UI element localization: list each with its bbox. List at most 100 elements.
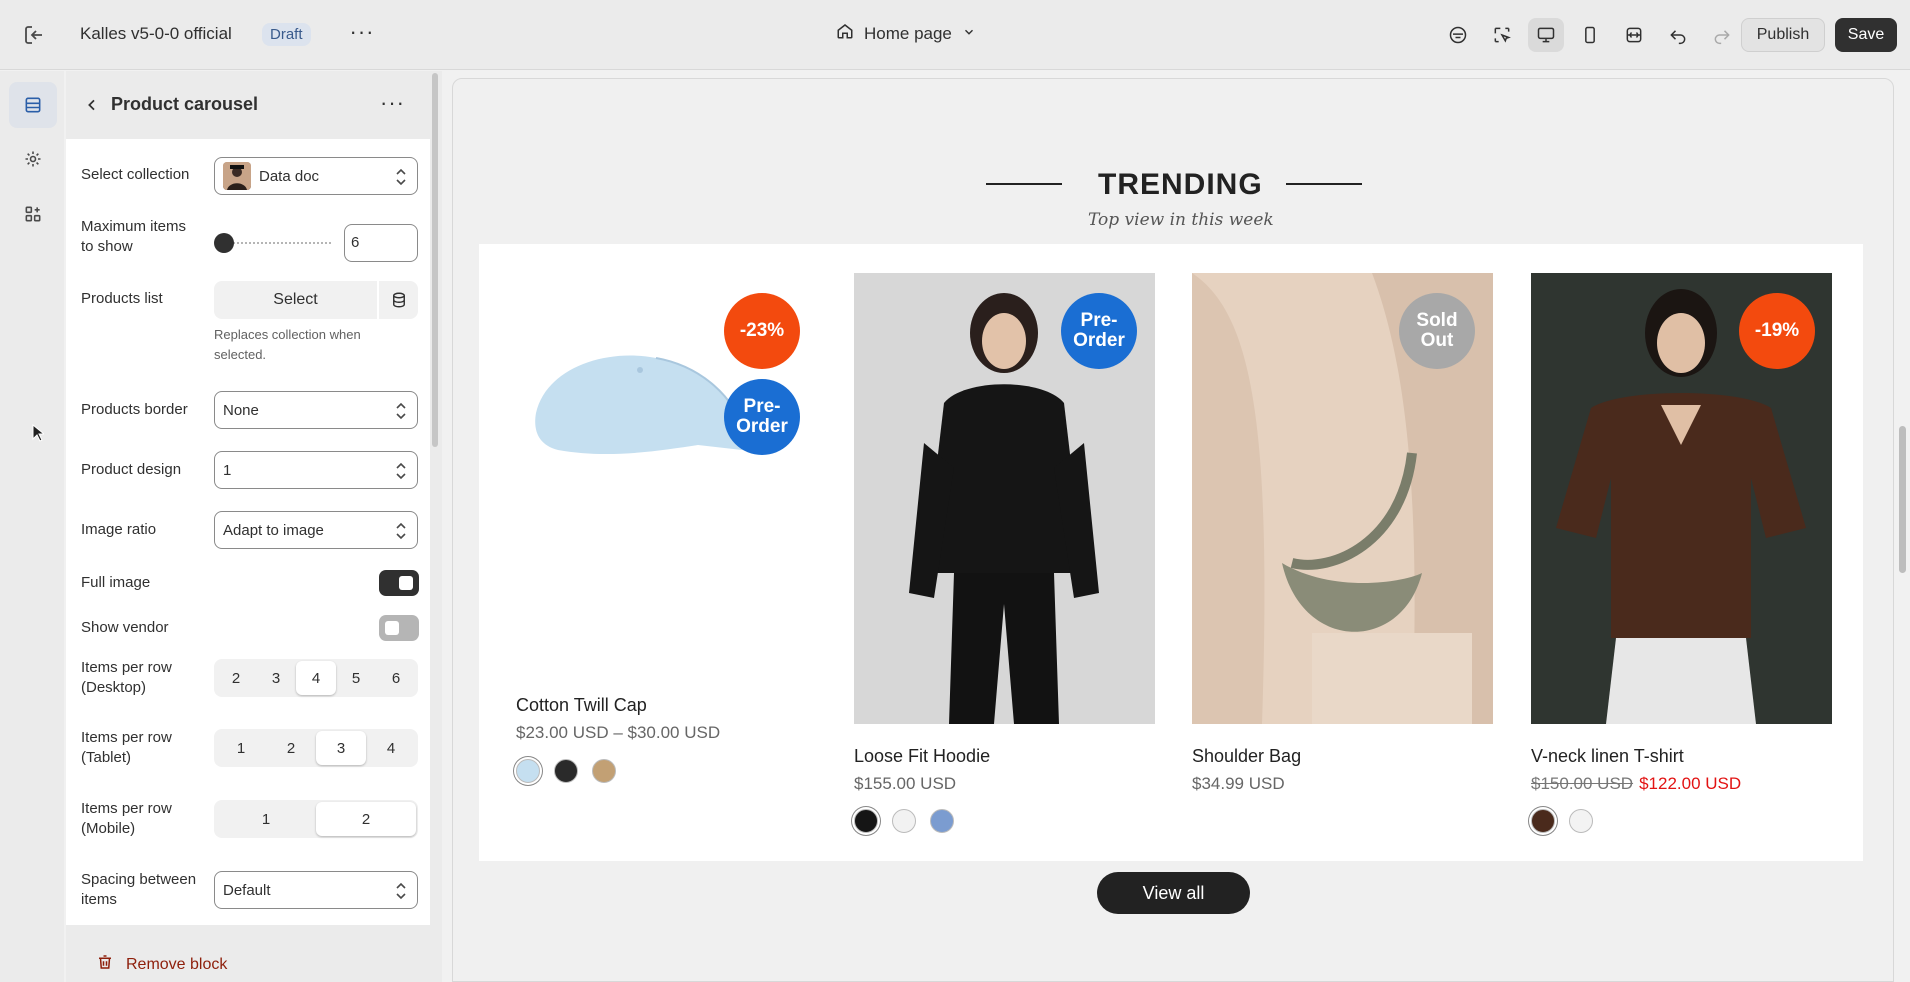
more-options-icon[interactable]: ···: [380, 90, 405, 116]
product-design-select[interactable]: 1: [214, 451, 418, 489]
ai-assistant-icon[interactable]: [1440, 18, 1476, 52]
desktop-option-5[interactable]: 5: [336, 661, 376, 695]
database-icon[interactable]: [379, 281, 418, 319]
mobile-option-2[interactable]: 2: [316, 802, 416, 836]
desktop-items-label: Items per row (Desktop): [81, 659, 172, 696]
select-collection-label: Select collection: [81, 166, 190, 183]
collection-thumbnail: [223, 162, 251, 190]
select-chevron-icon: [396, 168, 406, 186]
tablet-option-4[interactable]: 4: [366, 731, 416, 765]
tablet-option-3[interactable]: 3: [316, 731, 366, 765]
apps-icon[interactable]: [9, 191, 57, 237]
color-swatch[interactable]: [892, 809, 916, 833]
desktop-option-2[interactable]: 2: [216, 661, 256, 695]
publish-button[interactable]: Publish: [1741, 18, 1825, 52]
save-button[interactable]: Save: [1835, 18, 1897, 52]
select-chevron-icon: [396, 882, 406, 900]
heading-divider: [1286, 183, 1362, 185]
products-list-label: Products list: [81, 290, 163, 307]
product-image[interactable]: Sold Out: [1192, 273, 1493, 724]
image-ratio-select[interactable]: Adapt to image: [214, 511, 418, 549]
tablet-option-2[interactable]: 2: [266, 731, 316, 765]
full-image-toggle[interactable]: [379, 570, 419, 596]
sale-badge: -19%: [1739, 293, 1815, 369]
product-image[interactable]: -23% Pre- Order: [516, 273, 817, 724]
remove-block-button[interactable]: Remove block: [96, 953, 227, 976]
left-rail: [0, 71, 64, 982]
preorder-badge: Pre- Order: [724, 379, 800, 455]
inspector-icon[interactable]: [1484, 18, 1520, 52]
collection-select[interactable]: Data doc: [214, 157, 418, 195]
tablet-option-1[interactable]: 1: [216, 731, 266, 765]
compare-at-price: $150.00 USD: [1531, 774, 1634, 793]
sections-icon[interactable]: [9, 82, 57, 128]
product-image[interactable]: -19%: [1531, 273, 1832, 724]
products-border-select[interactable]: None: [214, 391, 418, 429]
panel-title: Product carousel: [111, 94, 259, 114]
products-border-value: None: [223, 401, 259, 419]
top-bar: Kalles v5-0-0 official Draft ··· Home pa…: [0, 0, 1910, 70]
tablet-items-segmented[interactable]: 1 2 3 4: [214, 729, 418, 767]
undo-icon[interactable]: [1660, 18, 1696, 52]
product-name[interactable]: V-neck linen T-shirt: [1531, 746, 1684, 767]
product-design-value: 1: [223, 461, 232, 479]
exit-icon[interactable]: [22, 23, 46, 47]
color-swatch[interactable]: [554, 759, 578, 783]
mouse-cursor-icon: [32, 423, 46, 447]
gear-icon[interactable]: [9, 136, 57, 182]
color-swatch[interactable]: [592, 759, 616, 783]
products-list-select-button[interactable]: Select: [214, 281, 377, 319]
product-name[interactable]: Shoulder Bag: [1192, 746, 1301, 767]
product-name[interactable]: Cotton Twill Cap: [516, 695, 647, 716]
soldout-badge: Sold Out: [1399, 293, 1475, 369]
show-vendor-label: Show vendor: [81, 619, 169, 636]
more-options-icon[interactable]: ···: [349, 21, 375, 48]
color-swatch[interactable]: [930, 809, 954, 833]
full-image-label: Full image: [81, 574, 151, 591]
panel-scrollbar[interactable]: [432, 73, 438, 447]
color-swatch[interactable]: [516, 759, 540, 783]
product-price: $23.00 USD – $30.00 USD: [516, 723, 721, 742]
product-name[interactable]: Loose Fit Hoodie: [854, 746, 990, 767]
sale-price: $122.00 USD: [1639, 774, 1742, 793]
page-selector[interactable]: Home page: [836, 22, 976, 45]
show-vendor-toggle[interactable]: [379, 615, 419, 641]
product-price: $34.99 USD: [1192, 774, 1285, 793]
spacing-select[interactable]: Default: [214, 871, 418, 909]
store-name: Kalles v5-0-0 official: [80, 24, 232, 43]
product-image[interactable]: Pre- Order: [854, 273, 1155, 724]
desktop-option-6[interactable]: 6: [376, 661, 416, 695]
view-all-button[interactable]: View all: [1097, 872, 1250, 914]
redo-icon[interactable]: [1704, 18, 1740, 52]
products-list-help: Replaces collection when selected.: [214, 327, 361, 362]
desktop-option-4[interactable]: 4: [296, 661, 336, 695]
mobile-items-label: Items per row (Mobile): [81, 800, 172, 837]
preorder-badge: Pre- Order: [1061, 293, 1137, 369]
trash-icon: [96, 953, 114, 976]
color-swatch[interactable]: [854, 809, 878, 833]
mobile-items-segmented[interactable]: 1 2: [214, 800, 418, 838]
full-width-icon[interactable]: [1616, 18, 1652, 52]
section-heading: TRENDING: [1098, 168, 1263, 201]
product-price: $155.00 USD: [854, 774, 957, 793]
mobile-view-icon[interactable]: [1572, 18, 1608, 52]
panel-body: Select collection Data doc Maximum items…: [66, 139, 430, 925]
color-swatch[interactable]: [1531, 809, 1555, 833]
select-chevron-icon: [396, 462, 406, 480]
image-ratio-value: Adapt to image: [223, 521, 324, 539]
select-chevron-icon: [396, 402, 406, 420]
max-items-input[interactable]: 6: [344, 224, 418, 262]
heading-divider: [986, 183, 1062, 185]
desktop-option-3[interactable]: 3: [256, 661, 296, 695]
section-subheading: Top view in this week: [1088, 210, 1274, 230]
color-swatch[interactable]: [1569, 809, 1593, 833]
product-carousel: -23% Pre- Order Cotton Twill Cap $23.00 U…: [479, 244, 1863, 861]
mobile-option-1[interactable]: 1: [216, 802, 316, 836]
desktop-view-icon[interactable]: [1528, 18, 1564, 52]
products-border-label: Products border: [81, 401, 188, 418]
desktop-items-segmented[interactable]: 2 3 4 5 6: [214, 659, 418, 697]
sale-badge: -23%: [724, 293, 800, 369]
max-items-slider-handle[interactable]: [214, 233, 234, 253]
preview-scrollbar[interactable]: [1899, 426, 1906, 573]
back-icon[interactable]: [80, 93, 104, 117]
